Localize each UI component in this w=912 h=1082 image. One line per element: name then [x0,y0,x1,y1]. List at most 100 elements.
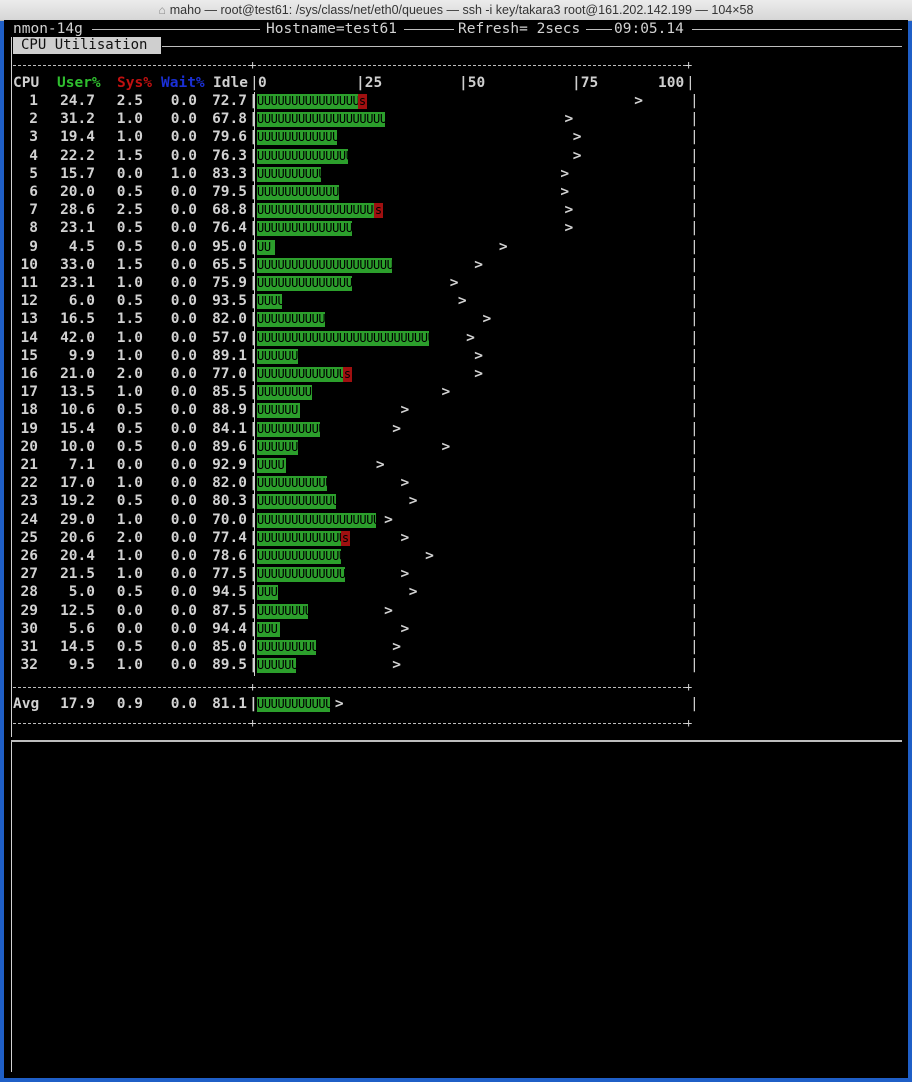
cpu-usage-bar: UUUUUUUUUUUUUUU [257,276,352,291]
section-tab-cpu-utilisation[interactable]: CPU Utilisation [13,37,161,54]
user-bar-segment: UUUUUU [257,658,296,674]
idle-pct: 82.0 [212,311,247,328]
right-border: | [690,111,699,128]
peak-marker: > [384,602,393,619]
nmon-version: nmon-14g [13,21,83,37]
right-border: | [690,202,699,219]
sys-bar-segment: s [374,203,383,219]
peak-marker: > [392,420,402,437]
idle-pct: 95.0 [212,238,247,255]
table-top-rule [13,65,691,66]
peak-marker: > [560,184,570,200]
idle-pct: 70.0 [212,511,247,528]
user-bar-segment: UUU [257,621,280,637]
corner-plus: + [685,680,693,694]
user-bar-segment: UUUUUUUUU [257,640,316,655]
cpu-row: 16 21.0 2.0 0.0 77.0 | UUUUUUUUUUUUU s > | [4,365,699,383]
col-header-user: User% [57,75,101,91]
peak-marker: > [384,511,393,528]
cpu-row: 6 20.0 0.5 0.0 79.5 | UUUUUUUUUUUUU > | [4,183,699,201]
window-title: maho — root@test61: /sys/class/net/eth0/… [169,3,754,17]
user-bar-segment: UUUUUUUUUUUUUU [257,567,345,583]
cpu-row: 15 9.9 1.0 0.0 89.1 | UUUUUU > | [4,347,699,365]
idle-pct: 76.3 [212,147,247,164]
user-bar-segment: UUUUUUUUUUUU [257,494,336,510]
user-bar-segment: UUUUUUUUUUUUUUU [257,221,352,237]
peak-marker: > [400,402,410,419]
cpu-row: 7 28.6 2.5 0.0 68.8 | UUUUUUUUUUUUUUUUUU s > | [4,201,699,219]
terminal-window[interactable]: nmon-14g Hostname=test61 Refresh= 2secs … [4,20,908,1078]
cpu-row: 11 23.1 1.0 0.0 75.9 | UUUUUUUUUUUUUUU > | [4,274,699,292]
col-header-wait: Wait% [161,75,205,91]
cpu-row: 29 12.5 0.0 0.0 87.5 | UUUUUUUU > | [4,602,699,620]
cpu-row: 22 17.0 1.0 0.0 82.0 | UUUUUUUUUUU > | [4,474,699,492]
cpu-row: 4 22.2 1.5 0.0 76.3 | UUUUUUUUUUUUUU > | [4,147,699,165]
idle-pct: 89.1 [212,347,247,364]
cpu-row: 24 29.0 1.0 0.0 70.0 | UUUUUUUUUUUUUUUUUUU > | [4,511,699,529]
user-bar-segment: UUUUUUUUUUUUUUUU [257,94,358,109]
idle-pct: 68.8 [212,202,247,219]
window-titlebar[interactable]: ⌂ maho — root@test61: /sys/class/net/eth0… [0,0,912,21]
clock: 09:05.14 [614,21,684,37]
user-bar-segment: UU [257,239,275,255]
peak-marker: > [449,275,459,291]
user-bar-segment: UUU [257,585,278,601]
idle-pct: 77.4 [212,529,247,546]
corner-plus: + [685,716,693,730]
idle-pct: 72.7 [212,93,247,109]
cpu-usage-bar: UUUUUUUUUUUUU s [257,367,352,382]
idle-pct: 84.1 [212,420,247,437]
idle-pct: 78.6 [212,548,247,564]
cpu-usage-bar: UUUUUUUUUUUUUU [257,567,345,583]
right-border: | [690,165,699,182]
user-bar-segment: UUUUUU [257,439,298,455]
right-border: | [690,420,699,437]
cpu-row: 2 31.2 1.0 0.0 67.8 | UUUUUUUUUUUUUUUUUUUU > | [4,110,699,128]
right-border: | [690,129,699,146]
idle-pct: 94.4 [212,620,247,637]
user-bar-segment: UUUUUUUUUUUUUUU [257,276,352,291]
user-bar-segment: UUUUUUUUUUUUUUUUUU [257,203,374,219]
cpu-row: 18 10.6 0.5 0.0 88.9 | UUUUUU > | [4,401,699,419]
cpu-row: 17 13.5 1.0 0.0 85.5 | UUUUUUUU > | [4,383,699,401]
right-border: | [690,402,699,419]
cpu-row: 3 19.4 1.0 0.0 79.6 | UUUUUUUUUUUU > | [4,128,699,146]
header-rule [404,29,454,30]
cpu-usage-bar: UUUUUUUUUUUUUUUU s [257,94,367,109]
user-bar-segment: UUUUUUUUUU [257,312,325,328]
right-border: | [690,620,699,637]
cpu-usage-bar: UUUUUUUUUUUUU [257,549,341,564]
user-bar-segment: UUUU [257,294,282,310]
user-bar-segment: UUUUUUUUUUU [257,476,327,492]
peak-marker: > [400,620,410,637]
peak-marker: > [634,93,643,109]
right-border: | [690,511,699,528]
cpu-usage-bar: UUUUUUUU [257,385,312,401]
peak-marker: > [392,657,402,674]
tab-rule [162,46,902,47]
cpu-row: 21 7.1 0.0 0.0 92.9 | UUUU > | [4,456,699,474]
peak-marker: > [400,566,410,583]
cpu-usage-bar: UUUUUU [257,348,298,364]
cpu-row: 12 6.0 0.5 0.0 93.5 | UUUU > | [4,292,699,310]
idle-pct: 77.5 [212,566,247,583]
idle-pct: 83.3 [212,165,247,182]
header-rule [92,29,260,30]
peak-marker: > [334,696,344,712]
scale-tick-100: 100 [658,75,685,91]
idle-pct: 57.0 [212,329,247,346]
pane-divider [11,740,902,742]
user-bar-segment: UUUUUUUUUU [257,421,320,437]
right-border: | [690,639,699,655]
user-bar-segment: UUUUUUUU [257,385,312,401]
cpu-row: 31 14.5 0.5 0.0 85.0 | UUUUUUUUU > | [4,638,699,656]
cpu-usage-bar: UUUUUUUUUUUUU s [257,530,350,546]
user-bar-segment: UUUUUUUUUUU [257,697,330,712]
right-border: | [690,657,699,674]
right-border: | [690,493,699,510]
scale-tick-0: 0 [258,75,267,91]
sys-bar-segment: s [343,367,352,382]
right-border: | [690,529,699,546]
right-border: | [690,311,699,328]
cpu-row: 28 5.0 0.5 0.0 94.5 | UUU > | [4,583,699,601]
